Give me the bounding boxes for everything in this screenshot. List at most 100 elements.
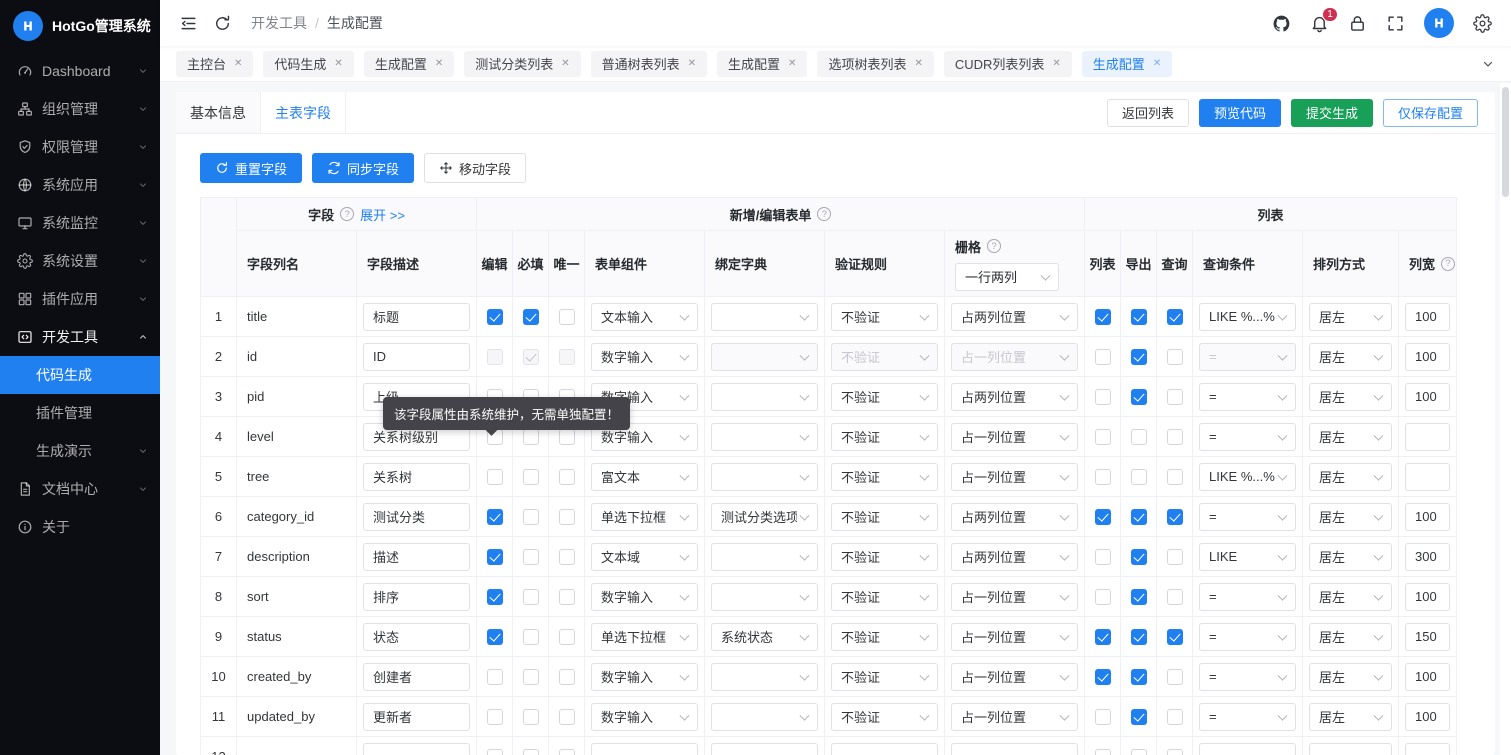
field-desc-input[interactable]: 状态 — [363, 623, 470, 651]
sort-select[interactable]: 居左 — [1309, 543, 1392, 571]
grid-select[interactable]: 占一列位置 — [951, 463, 1078, 491]
grid-select[interactable]: 占两列位置 — [951, 383, 1078, 411]
close-icon[interactable]: ✕ — [914, 59, 922, 69]
tab-item[interactable]: 选项树表列表✕ — [817, 51, 933, 77]
sync-fields-button[interactable]: 同步字段 — [312, 153, 414, 183]
required-checkbox[interactable] — [523, 549, 539, 565]
width-input[interactable] — [1405, 463, 1450, 491]
sort-select[interactable]: 居左 — [1309, 343, 1392, 371]
sidebar-item-system-settings[interactable]: 系统设置 — [0, 242, 160, 280]
sidebar-item-docs[interactable]: 文档中心 — [0, 470, 160, 508]
list-checkbox[interactable] — [1095, 389, 1111, 405]
unique-checkbox[interactable] — [559, 429, 575, 445]
rule-select[interactable]: 不验证 — [831, 623, 938, 651]
sidebar-item-permission[interactable]: 权限管理 — [0, 128, 160, 166]
export-checkbox[interactable] — [1131, 709, 1147, 725]
component-select[interactable]: 文本域 — [591, 543, 698, 571]
query-checkbox[interactable] — [1167, 389, 1183, 405]
unique-checkbox[interactable] — [559, 469, 575, 485]
field-desc-input[interactable]: 关系树 — [363, 463, 470, 491]
unique-checkbox[interactable] — [559, 349, 575, 365]
card-tab[interactable]: 主表字段 — [261, 92, 346, 133]
dict-select[interactable] — [711, 343, 818, 371]
sidebar-item-org[interactable]: 组织管理 — [0, 90, 160, 128]
component-select[interactable]: 数字输入 — [591, 343, 698, 371]
notifications-button[interactable]: 1 — [1310, 14, 1329, 33]
unique-checkbox[interactable] — [559, 669, 575, 685]
field-desc-input[interactable]: 描述 — [363, 543, 470, 571]
sort-select[interactable]: 居左 — [1309, 703, 1392, 731]
lock-icon[interactable] — [1348, 14, 1367, 33]
field-desc-input[interactable]: 创建者 — [363, 663, 470, 691]
field-desc-input[interactable]: 更新者 — [363, 703, 470, 731]
grid-select[interactable]: 占两列位置 — [951, 503, 1078, 531]
scrollbar-track[interactable] — [1500, 83, 1511, 755]
field-desc-input[interactable]: 测试分类 — [363, 503, 470, 531]
width-input[interactable]: 100 — [1405, 663, 1450, 691]
query-checkbox[interactable] — [1167, 589, 1183, 605]
sort-select[interactable]: 居左 — [1309, 303, 1392, 331]
sort-select[interactable]: 居左 — [1309, 503, 1392, 531]
dict-select[interactable]: 系统状态 — [711, 623, 818, 651]
list-checkbox[interactable] — [1095, 749, 1111, 755]
sort-select[interactable] — [1309, 743, 1392, 755]
component-select[interactable]: 富文本 — [591, 463, 698, 491]
fullscreen-icon[interactable] — [1386, 14, 1405, 33]
list-checkbox[interactable] — [1095, 589, 1111, 605]
query-cond-select[interactable]: = — [1199, 623, 1296, 651]
rule-select[interactable]: 不验证 — [831, 503, 938, 531]
list-checkbox[interactable] — [1095, 549, 1111, 565]
component-select[interactable]: 文本输入 — [591, 303, 698, 331]
tab-item[interactable]: 普通树表列表✕ — [591, 51, 707, 77]
grid-select[interactable]: 占一列位置 — [951, 703, 1078, 731]
menu-collapse-icon[interactable] — [179, 14, 198, 33]
dict-select[interactable] — [711, 543, 818, 571]
query-cond-select[interactable]: = — [1199, 383, 1296, 411]
sidebar-item-about[interactable]: 关于 — [0, 508, 160, 546]
field-desc-input[interactable]: ID — [363, 343, 470, 371]
close-icon[interactable]: ✕ — [1052, 59, 1060, 69]
sort-select[interactable]: 居左 — [1309, 583, 1392, 611]
query-cond-select[interactable]: = — [1199, 703, 1296, 731]
dict-select[interactable] — [711, 583, 818, 611]
rule-select[interactable]: 不验证 — [831, 423, 938, 451]
tab-item[interactable]: 生成配置✕ — [717, 51, 807, 77]
dict-select[interactable] — [711, 383, 818, 411]
width-input[interactable]: 100 — [1405, 303, 1450, 331]
grid-select[interactable]: 占一列位置 — [951, 623, 1078, 651]
unique-checkbox[interactable] — [559, 309, 575, 325]
list-checkbox[interactable] — [1095, 709, 1111, 725]
edit-checkbox[interactable] — [487, 349, 503, 365]
chevron-down-icon[interactable] — [1481, 57, 1495, 71]
unique-checkbox[interactable] — [559, 629, 575, 645]
field-desc-input[interactable] — [363, 743, 470, 755]
query-checkbox[interactable] — [1167, 469, 1183, 485]
query-checkbox[interactable] — [1167, 429, 1183, 445]
unique-checkbox[interactable] — [559, 709, 575, 725]
required-checkbox[interactable] — [523, 589, 539, 605]
export-checkbox[interactable] — [1131, 509, 1147, 525]
grid-select[interactable]: 占一列位置 — [951, 423, 1078, 451]
grid-select[interactable]: 占两列位置 — [951, 303, 1078, 331]
app-logo[interactable]: HotGo管理系统 — [0, 0, 160, 52]
sort-select[interactable]: 居左 — [1309, 463, 1392, 491]
edit-checkbox[interactable] — [487, 589, 503, 605]
expand-link[interactable]: 展开 >> — [360, 205, 405, 224]
dict-select[interactable] — [711, 463, 818, 491]
close-icon[interactable]: ✕ — [1153, 59, 1161, 69]
query-cond-select[interactable] — [1199, 743, 1296, 755]
component-select[interactable] — [591, 743, 698, 755]
sidebar-item-plugin-manage[interactable]: 插件管理 — [0, 394, 160, 432]
dict-select[interactable] — [711, 303, 818, 331]
rule-select[interactable]: 不验证 — [831, 583, 938, 611]
required-checkbox[interactable] — [523, 309, 539, 325]
query-checkbox[interactable] — [1167, 749, 1183, 755]
sidebar-item-dashboard[interactable]: Dashboard — [0, 52, 160, 90]
grid-select[interactable]: 占一列位置 — [951, 663, 1078, 691]
grid-select[interactable]: 占一列位置 — [951, 583, 1078, 611]
field-desc-input[interactable]: 排序 — [363, 583, 470, 611]
rule-select[interactable]: 不验证 — [831, 663, 938, 691]
tab-item[interactable]: 生成配置✕ — [364, 51, 454, 77]
sort-select[interactable]: 居左 — [1309, 383, 1392, 411]
query-checkbox[interactable] — [1167, 509, 1183, 525]
